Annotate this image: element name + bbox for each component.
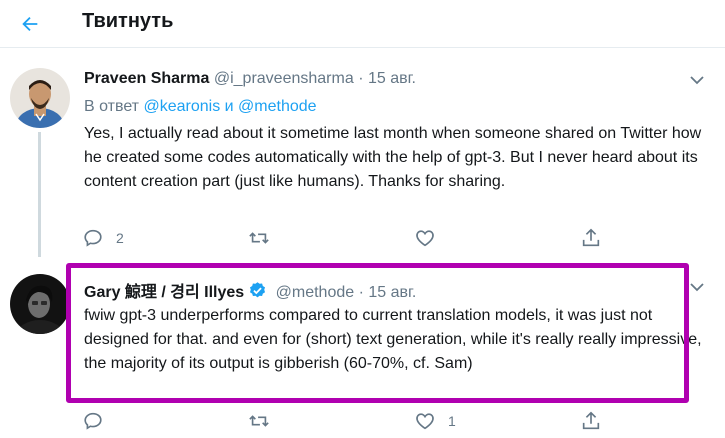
tweet-header: Praveen Sharma @i_praveensharma · 15 авг… [84,70,416,88]
retweet-icon [249,415,269,427]
chevron-down-icon[interactable] [687,70,707,90]
retweet-icon [249,232,269,244]
reply-button[interactable]: 2 [82,227,124,249]
reply-button[interactable] [82,410,116,432]
avatar[interactable] [10,274,70,334]
like-button[interactable] [414,227,448,249]
chevron-down-icon[interactable] [687,277,707,297]
tweet-date[interactable]: 15 авг. [368,70,416,87]
replying-to: В ответ @kearonis и @methode [84,98,317,116]
like-button[interactable]: 1 [414,410,456,432]
mention-kearonis[interactable]: @kearonis [143,98,220,115]
tweet-praveen[interactable]: Praveen Sharma @i_praveensharma · 15 авг… [0,48,725,257]
author-handle[interactable]: @i_praveensharma [214,70,354,87]
header-bar: Твитнуть [0,0,725,48]
reply-count: 2 [116,230,124,246]
tweet-text: fwiw gpt-3 underperforms compared to cur… [84,307,702,372]
separator: · [358,284,364,301]
like-icon [416,230,434,247]
share-icon [582,228,600,247]
author-name[interactable]: Gary 鯨理 / 경리 Illyes [84,284,244,301]
retweet-button[interactable] [247,410,283,432]
reply-icon [84,229,102,247]
page-title: Твитнуть [82,10,174,32]
share-button[interactable] [580,410,602,432]
author-name[interactable]: Praveen Sharma [84,70,209,87]
tweet-header: Gary 鯨理 / 경리 Illyes @methode · 15 авг. [84,278,416,305]
mention-methode[interactable]: @methode [238,98,317,115]
replying-and: и [224,98,234,115]
back-arrow-icon[interactable] [14,8,46,40]
share-button[interactable] [580,227,602,249]
verified-badge-icon [248,281,267,305]
like-icon [416,413,434,430]
replying-prefix: В ответ [84,98,140,115]
tweet-actions: 2 [82,227,622,249]
tweet-actions: 1 [82,410,622,432]
separator: · [358,70,364,87]
author-handle[interactable]: @methode [276,284,355,301]
retweet-button[interactable] [247,227,283,249]
share-icon [582,411,600,430]
tweet-gary[interactable]: Gary 鯨理 / 경리 Illyes @methode · 15 авг. f… [0,257,725,438]
like-count: 1 [448,413,456,429]
tweet-text: Yes, I actually read about it sometime l… [84,125,702,190]
reply-icon [84,412,102,430]
avatar[interactable] [10,68,70,128]
thread-connector [38,132,41,257]
tweet-date[interactable]: 15 авг. [368,284,416,301]
